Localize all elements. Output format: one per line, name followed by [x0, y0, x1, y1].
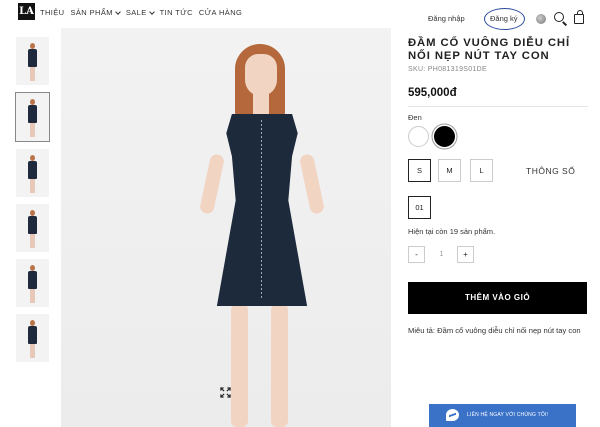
login-link[interactable]: Đăng nhập [428, 14, 465, 23]
nav-item-label: THIỆU [40, 8, 65, 17]
nav-item-stores[interactable]: CỬA HÀNG [199, 8, 242, 17]
size-option-m[interactable]: M [438, 159, 461, 182]
cart-icon[interactable] [574, 10, 584, 24]
color-swatch-black[interactable] [434, 126, 455, 147]
main-nav: THIỆU SẢN PHẨM SALE TIN TỨC CỬA HÀNG [40, 8, 242, 17]
nav-item-about[interactable]: THIỆU [40, 8, 65, 17]
model-figure [27, 155, 38, 193]
color-swatch-white[interactable] [408, 126, 429, 147]
thumbnail[interactable] [16, 204, 49, 252]
quantity-decrease-button[interactable]: - [408, 246, 425, 263]
model-figure [27, 210, 38, 248]
product-price: 595,000đ [408, 87, 457, 99]
messenger-label: LIÊN HỆ NGAY VỚI CHÚNG TÔI! [467, 412, 549, 418]
product-sku: SKU: PH081319S01DE [408, 66, 487, 73]
messenger-chat-button[interactable]: LIÊN HỆ NGAY VỚI CHÚNG TÔI! [429, 404, 576, 427]
thumbnail[interactable] [16, 314, 49, 362]
nav-item-label: SALE [125, 8, 147, 17]
model-figure [27, 43, 38, 81]
nav-item-products[interactable]: SẢN PHẨM [70, 8, 121, 17]
stock-text: Hiện tại còn 19 sản phẩm. [408, 227, 496, 236]
nav-item-label: CỬA HÀNG [198, 8, 243, 17]
dress [216, 114, 308, 306]
messenger-icon [446, 409, 459, 421]
thumbnail[interactable] [16, 37, 49, 85]
size-guide-link[interactable]: THÔNG SỐ [526, 166, 575, 176]
divider [408, 106, 588, 107]
thumbnail[interactable] [16, 259, 49, 307]
product-description: Miêu tả: Đầm cổ vuông diễu chỉ nối nẹp n… [408, 326, 581, 335]
nav-item-label: TIN TỨC [159, 8, 193, 17]
quantity-increase-button[interactable]: + [457, 246, 474, 263]
expand-icon[interactable] [220, 385, 231, 398]
model-figure [27, 265, 38, 303]
nav-item-label: SẢN PHẨM [70, 8, 113, 17]
chevron-down-icon [115, 8, 121, 15]
size-option-s[interactable]: S [408, 159, 431, 182]
globe-icon[interactable] [536, 14, 546, 24]
thumbnail-active[interactable] [15, 92, 50, 142]
model-figure [27, 99, 38, 137]
search-icon[interactable] [554, 12, 564, 22]
quantity-input[interactable] [428, 246, 455, 263]
model-figure [27, 320, 38, 358]
annotation-circle [484, 8, 525, 30]
product-title: ĐẦM CỔ VUÔNG DIỄU CHỈ NỐI NẸP NÚT TAY CO… [408, 37, 570, 62]
nav-item-sale[interactable]: SALE [125, 8, 155, 17]
size-option-l[interactable]: L [470, 159, 493, 182]
brand-logo[interactable]: LA [18, 3, 35, 20]
chevron-down-icon [148, 8, 155, 15]
add-to-cart-button[interactable]: THÊM VÀO GIỎ [408, 282, 587, 314]
color-label: Đen [408, 113, 422, 122]
nav-item-news[interactable]: TIN TỨC [160, 8, 193, 17]
main-product-image[interactable] [61, 28, 391, 427]
variant-option-01[interactable]: 01 [408, 196, 431, 219]
thumbnail[interactable] [16, 149, 49, 197]
site-header: LA THIỆU SẢN PHẨM SALE TIN TỨC CỬA HÀNG … [0, 0, 600, 30]
model-figure [198, 44, 339, 427]
